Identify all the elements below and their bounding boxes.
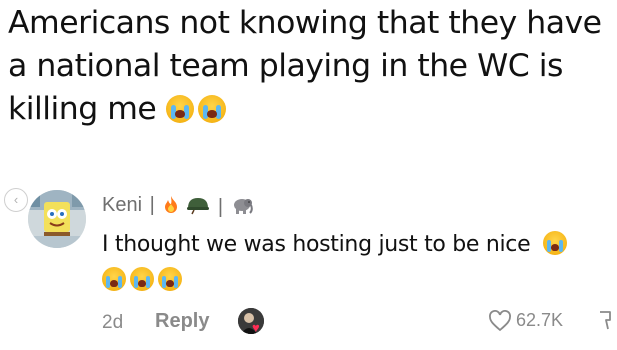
reply-button[interactable]: Reply [155, 310, 209, 333]
comment-emoji-group [102, 263, 612, 299]
chevron-left-icon[interactable]: ‹ [4, 188, 28, 212]
author-badges: | [161, 195, 253, 219]
like-button[interactable]: 62.7K [488, 310, 563, 336]
loudly-crying-face-icon [130, 267, 154, 291]
post-text-line: Americans not knowing that they have a n… [8, 5, 602, 127]
heart-outline-icon[interactable] [488, 310, 512, 332]
military-helmet-icon [187, 198, 210, 215]
author-name[interactable]: Keni [102, 194, 142, 216]
loudly-crying-face-icon [102, 267, 126, 291]
author-separator-2: | [217, 196, 224, 218]
fire-icon [164, 196, 177, 213]
elephant-icon [233, 199, 253, 214]
comment-text-content: I thought we was hosting just to be nice [102, 232, 531, 257]
creator-liked-avatar: ♥ [238, 308, 264, 334]
comment-author[interactable]: Keni | | [102, 194, 253, 219]
dislike-outline-icon[interactable] [598, 309, 614, 333]
comment-meta-row: 2d Reply ♥ 62.7K [102, 308, 614, 338]
loudly-crying-face-icon [197, 95, 226, 123]
avatar[interactable] [28, 190, 86, 248]
dislike-icon[interactable] [598, 309, 614, 339]
avatar-image [28, 190, 86, 248]
author-separator: | [149, 194, 155, 216]
post-emoji-group [165, 91, 230, 127]
comment-timestamp: 2d [102, 312, 124, 333]
loudly-crying-face-icon [158, 267, 182, 291]
comment-text: I thought we was hosting just to be nice [102, 227, 612, 299]
loudly-crying-face-icon [543, 231, 568, 255]
heart-badge-icon: ♥ [252, 320, 260, 335]
loudly-crying-face-icon [165, 95, 194, 123]
like-count: 62.7K [516, 310, 564, 330]
post-text: Americans not knowing that they have a n… [8, 2, 613, 131]
